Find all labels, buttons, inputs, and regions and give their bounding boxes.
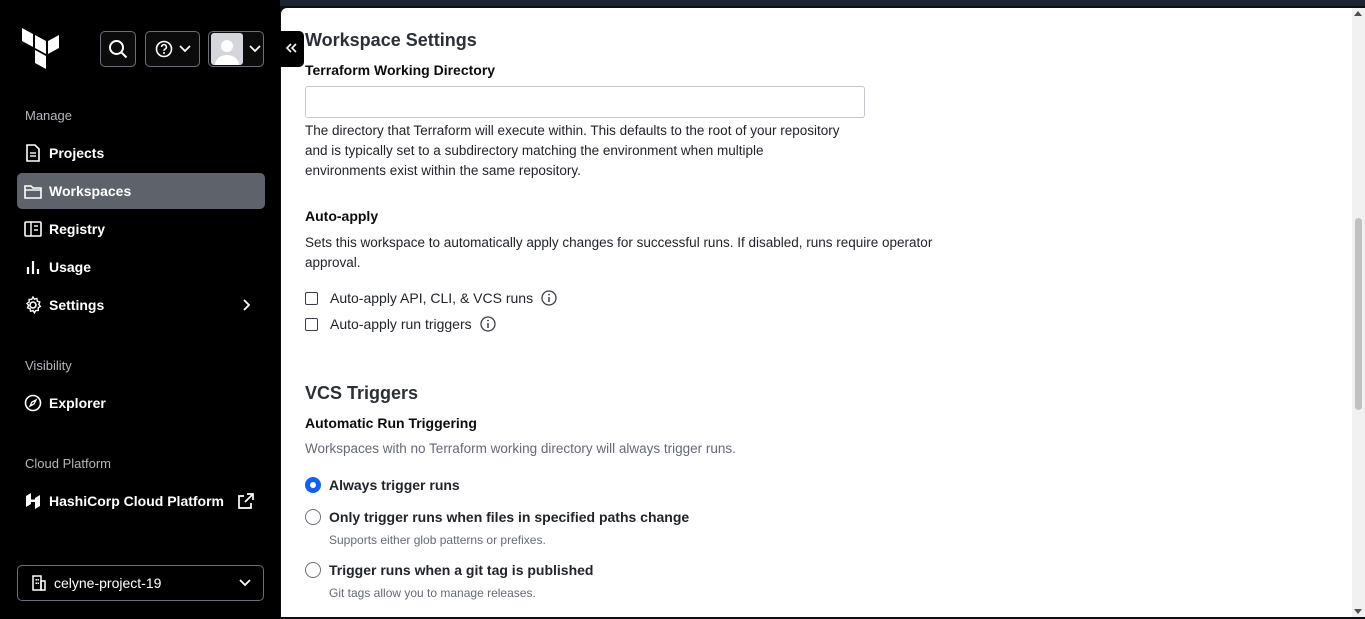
chevron-down-icon (249, 45, 261, 53)
sidebar-item-explorer[interactable]: Explorer (17, 385, 265, 421)
auto-apply-vcs-checkbox[interactable] (305, 291, 318, 305)
section-label-manage: Manage (25, 108, 72, 123)
terraform-logo-icon[interactable] (22, 28, 60, 70)
working-directory-help: The directory that Terraform will execut… (305, 121, 840, 181)
sidebar-item-usage[interactable]: Usage (17, 249, 265, 285)
collapse-sidebar-button[interactable] (280, 31, 304, 67)
radio-always-trigger[interactable]: Always trigger runs (305, 477, 460, 493)
help-line: approval. (305, 255, 361, 270)
help-line: environments exist within the same repos… (305, 163, 581, 178)
sidebar-item-registry[interactable]: Registry (17, 211, 265, 247)
double-chevron-left-icon (285, 40, 298, 58)
sidebar-item-label: Settings (49, 297, 105, 313)
section-label-cloud-platform: Cloud Platform (25, 456, 111, 471)
auto-apply-run-triggers-checkbox-row[interactable]: Auto-apply run triggers (305, 316, 496, 332)
info-icon[interactable] (541, 290, 557, 306)
auto-apply-run-triggers-checkbox[interactable] (305, 317, 318, 331)
sidebar-item-settings[interactable]: Settings (17, 287, 265, 323)
main-content: Workspace Settings Terraform Working Dir… (281, 8, 1365, 617)
file-icon (24, 144, 42, 162)
gear-icon (24, 296, 42, 314)
sidebar: Manage Projects Workspaces Registry Usag… (0, 0, 280, 619)
radio-label: Only trigger runs when files in specifie… (329, 509, 690, 525)
radio-button-selected[interactable] (305, 477, 321, 493)
user-menu-button[interactable] (208, 31, 264, 67)
working-directory-input[interactable] (305, 86, 865, 118)
sidebar-item-hashicorp-cloud-platform[interactable]: HashiCorp Cloud Platform (17, 483, 265, 519)
help-line: and is typically set to a subdirectory m… (305, 143, 764, 158)
vcs-triggers-help: Workspaces with no Terraform working dir… (305, 441, 736, 456)
auto-apply-help: Sets this workspace to automatically app… (305, 233, 932, 273)
radio-paths-trigger[interactable]: Only trigger runs when files in specifie… (305, 509, 689, 525)
sidebar-item-label: Registry (49, 221, 106, 237)
checkbox-label: Auto-apply run triggers (330, 316, 472, 332)
scroll-up-arrow-icon[interactable] (1354, 11, 1362, 16)
vcs-triggers-title: VCS Triggers (305, 383, 419, 403)
sidebar-item-projects[interactable]: Projects (17, 135, 265, 171)
radio-button[interactable] (305, 562, 321, 578)
help-menu-button[interactable] (145, 31, 200, 67)
sidebar-item-label: Explorer (49, 395, 106, 411)
registry-icon (24, 220, 42, 238)
avatar (211, 33, 243, 65)
external-link-icon (237, 492, 255, 510)
radio-button[interactable] (305, 509, 321, 525)
sidebar-item-label: Usage (49, 259, 92, 275)
compass-icon (24, 394, 42, 412)
radio-help: Git tags allow you to manage releases. (329, 586, 536, 600)
scroll-down-arrow-icon[interactable] (1354, 609, 1362, 614)
chevron-down-icon (178, 45, 191, 53)
radio-git-tag-trigger[interactable]: Trigger runs when a git tag is published (305, 562, 593, 578)
section-label-visibility: Visibility (25, 358, 72, 373)
building-icon (32, 575, 46, 591)
radio-label: Trigger runs when a git tag is published (329, 562, 594, 578)
folder-icon (24, 182, 42, 200)
working-directory-label: Terraform Working Directory (305, 62, 496, 78)
automatic-run-triggering-label: Automatic Run Triggering (305, 415, 477, 431)
chevron-right-icon (237, 296, 255, 314)
auto-apply-label: Auto-apply (305, 208, 379, 224)
sidebar-item-label: Workspaces (49, 183, 132, 199)
radio-label: Always trigger runs (329, 477, 460, 493)
search-icon (108, 39, 128, 59)
hashicorp-icon (24, 492, 42, 510)
sidebar-item-label: HashiCorp Cloud Platform (49, 493, 225, 509)
checkbox-label: Auto-apply API, CLI, & VCS runs (330, 290, 534, 306)
help-line: The directory that Terraform will execut… (305, 123, 840, 138)
sidebar-item-label: Projects (49, 145, 105, 161)
chevron-down-icon (239, 579, 251, 587)
auto-apply-vcs-checkbox-row[interactable]: Auto-apply API, CLI, & VCS runs (305, 290, 557, 306)
workspace-settings-title: Workspace Settings (305, 30, 477, 50)
search-button[interactable] (100, 31, 136, 67)
radio-help: Supports either glob patterns or prefixe… (329, 533, 546, 547)
help-icon (155, 40, 173, 58)
organization-selector[interactable]: celyne-project-19 (17, 565, 264, 601)
help-line: Sets this workspace to automatically app… (305, 235, 933, 250)
vertical-scrollbar[interactable] (1352, 8, 1365, 617)
organization-name: celyne-project-19 (54, 575, 162, 591)
bar-chart-icon (24, 258, 42, 276)
sidebar-item-workspaces[interactable]: Workspaces (17, 173, 265, 209)
info-icon[interactable] (479, 316, 496, 332)
scrollbar-thumb[interactable] (1355, 218, 1362, 410)
